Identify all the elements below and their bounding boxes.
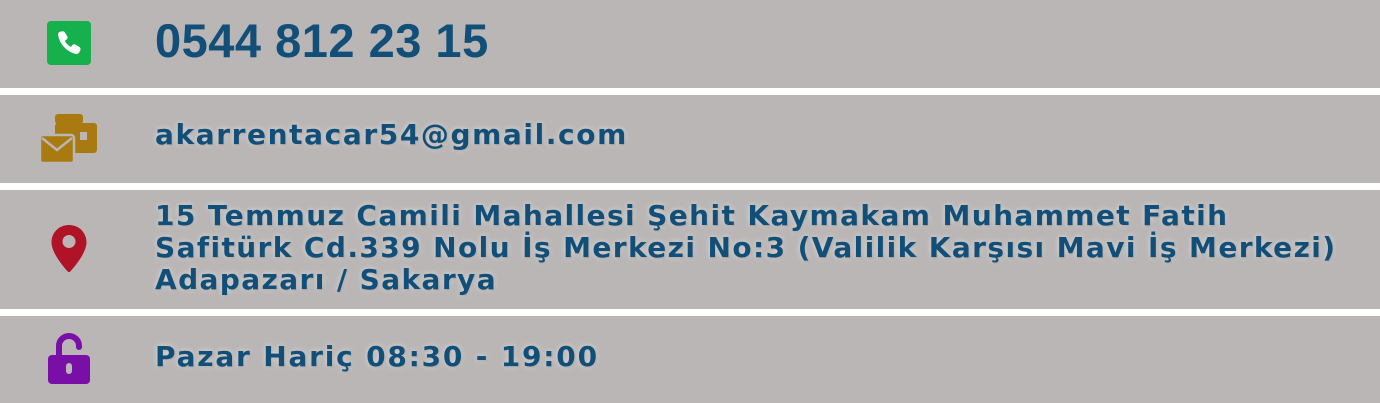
contact-row-email: akarrentacar54@gmail.com xyxy=(0,95,1380,183)
opening-hours-text: Pazar Hariç 08:30 - 19:00 xyxy=(155,340,599,373)
envelope-wallet-icon xyxy=(38,113,100,165)
email-link[interactable]: akarrentacar54@gmail.com xyxy=(155,117,1362,153)
unlock-icon xyxy=(38,331,100,387)
contact-row-address: 15 Temmuz Camili Mahallesi Şehit Kaymaka… xyxy=(0,190,1380,309)
contact-row-phone: 0544 812 23 15 xyxy=(0,0,1380,88)
phone-icon xyxy=(38,18,100,68)
phone-number-link[interactable]: 0544 812 23 15 xyxy=(155,12,1362,70)
map-pin-icon xyxy=(38,220,100,278)
address-text: 15 Temmuz Camili Mahallesi Şehit Kaymaka… xyxy=(155,199,1337,296)
contact-row-hours: Pazar Hariç 08:30 - 19:00 xyxy=(0,316,1380,403)
